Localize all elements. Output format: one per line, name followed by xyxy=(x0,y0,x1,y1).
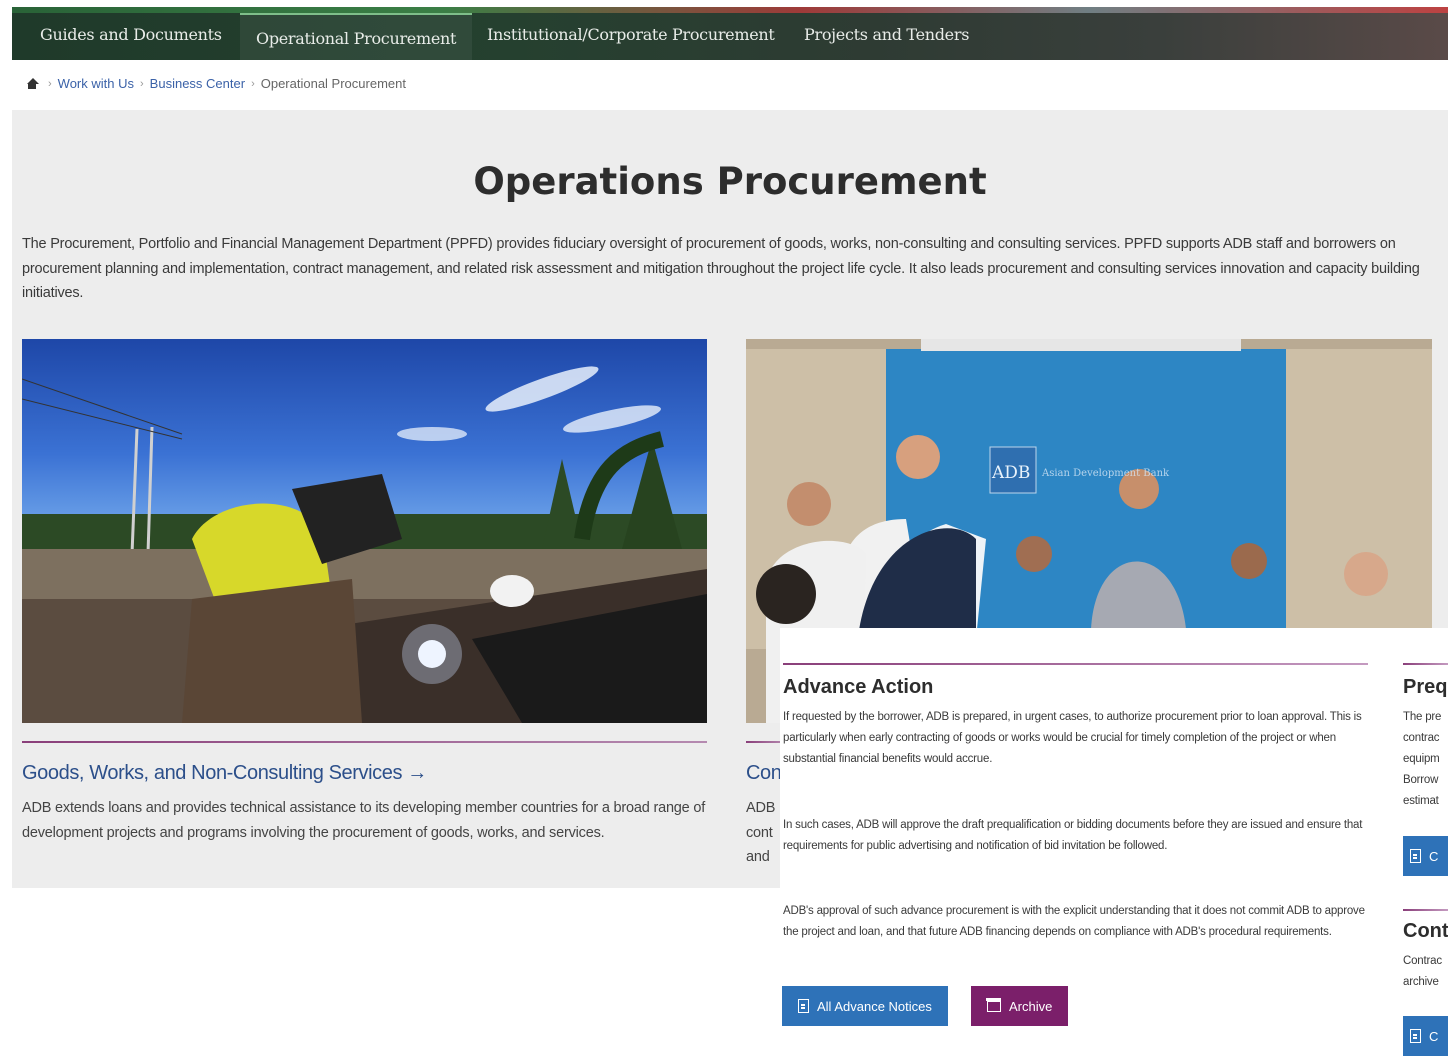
procurement-actions-panel: Advance Action If requested by the borro… xyxy=(780,628,1448,1056)
advance-action-paragraph-1: If requested by the borrower, ADB is pre… xyxy=(783,711,1362,765)
contract-button-label: C xyxy=(1429,1028,1439,1044)
contract-text: Contrac archive xyxy=(1403,951,1448,993)
document-icon xyxy=(798,999,809,1013)
archive-icon xyxy=(986,997,1001,1012)
archive-label: Archive xyxy=(1009,998,1053,1014)
prequalification-text-line: The pre xyxy=(1403,711,1442,723)
breadcrumb-separator: › xyxy=(140,77,144,90)
consulting-services-link[interactable]: Con xyxy=(746,762,782,785)
adb-logo-banner: ADB xyxy=(992,463,1031,483)
prequalification-text-line: Borrow xyxy=(1403,774,1439,786)
contract-button[interactable]: C xyxy=(1403,1016,1448,1056)
breadcrumb-current: Operational Procurement xyxy=(260,76,406,91)
nav-item-projects-tenders[interactable]: Projects and Tenders xyxy=(804,25,969,44)
breadcrumb: › Work with Us › Business Center › Opera… xyxy=(26,76,406,91)
prequalification-text: The pre contrac equipm Borrow estimat xyxy=(1403,707,1448,812)
prequalification-text-line: equipm xyxy=(1403,753,1440,765)
advance-action-paragraph-3: ADB's approval of such advance procureme… xyxy=(783,905,1365,938)
advance-action-divider xyxy=(783,663,1368,665)
advance-action-paragraph-2: In such cases, ADB will approve the draf… xyxy=(783,819,1363,852)
welder-photo-illustration xyxy=(22,366,707,723)
contract-text-line: archive xyxy=(1403,976,1439,988)
nav-item-operational-procurement[interactable]: Operational Procurement xyxy=(240,13,473,60)
goods-works-services-link[interactable]: Goods, Works, and Non-Consulting Service… xyxy=(22,762,427,785)
prequalification-title: Prequ xyxy=(1403,676,1448,698)
card-divider xyxy=(22,741,707,743)
advance-action-title: Advance Action xyxy=(783,676,934,698)
all-advance-notices-label: All Advance Notices xyxy=(817,998,932,1014)
breadcrumb-work-with-us[interactable]: Work with Us xyxy=(58,76,134,91)
archive-button[interactable]: Archive xyxy=(971,986,1069,1026)
welder-photo[interactable] xyxy=(22,339,707,723)
breadcrumb-separator: › xyxy=(48,77,52,90)
breadcrumb-business-center[interactable]: Business Center xyxy=(150,76,245,91)
nav-banner-stripe xyxy=(12,7,1448,13)
contract-divider xyxy=(1403,909,1448,911)
prequalification-text-line: contrac xyxy=(1403,732,1440,744)
contract-title: Cont xyxy=(1403,920,1448,942)
prequalification-divider xyxy=(1403,663,1448,665)
nav-item-corporate-procurement[interactable]: Institutional/Corporate Procurement xyxy=(487,25,775,44)
document-icon xyxy=(1410,1029,1421,1043)
adb-banner-text: Asian Development Bank xyxy=(1042,468,1170,479)
document-icon xyxy=(1410,849,1421,863)
goods-works-description: ADB extends loans and provides technical… xyxy=(22,800,706,841)
prequalification-button-label: C xyxy=(1429,848,1439,864)
page-title: Operations Procurement xyxy=(473,160,987,203)
prequalification-text-line: estimat xyxy=(1403,795,1439,807)
nav-item-guides[interactable]: Guides and Documents xyxy=(40,25,222,44)
prequalification-button[interactable]: C xyxy=(1403,836,1448,876)
contract-text-line: Contrac xyxy=(1403,955,1442,967)
breadcrumb-separator: › xyxy=(251,77,255,90)
top-navigation: Guides and Documents Operational Procure… xyxy=(12,7,1448,60)
all-advance-notices-button[interactable]: All Advance Notices xyxy=(782,986,948,1026)
home-icon[interactable] xyxy=(26,77,39,90)
intro-text: The Procurement, Portfolio and Financial… xyxy=(22,236,1420,301)
